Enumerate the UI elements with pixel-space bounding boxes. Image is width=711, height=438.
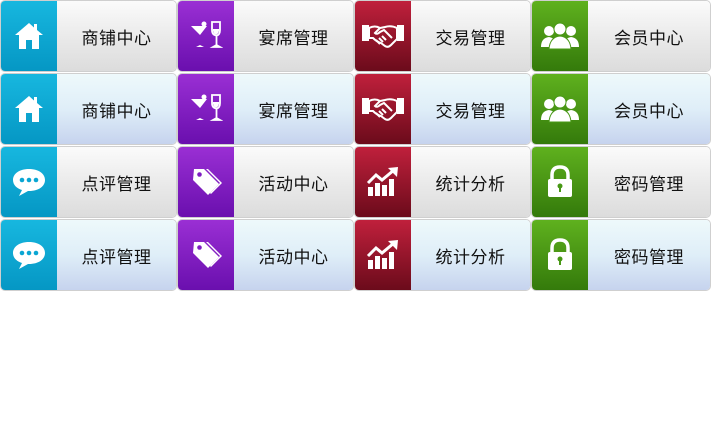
menu-tile-grid: 商铺中心 宴席管理 交易管理 会员中心 商铺中心 宴席管理 交易管理 会员中心 … bbox=[0, 0, 711, 293]
tile-banquet-management[interactable]: 宴席管理 bbox=[177, 73, 354, 145]
tile-label: 商铺中心 bbox=[57, 74, 176, 144]
bar-chart-trend-icon bbox=[355, 220, 411, 290]
speech-bubble-icon bbox=[1, 147, 57, 217]
tile-banquet-management[interactable]: 宴席管理 bbox=[177, 0, 354, 72]
tile-trade-management[interactable]: 交易管理 bbox=[354, 73, 531, 145]
users-group-icon bbox=[532, 1, 588, 71]
tile-activity-center[interactable]: 活动中心 bbox=[177, 146, 354, 218]
bar-chart-trend-icon bbox=[355, 147, 411, 217]
price-tags-icon bbox=[178, 147, 234, 217]
tile-label: 商铺中心 bbox=[57, 1, 176, 71]
handshake-icon bbox=[355, 1, 411, 71]
padlock-icon bbox=[532, 147, 588, 217]
handshake-icon bbox=[355, 74, 411, 144]
tile-password-management[interactable]: 密码管理 bbox=[531, 146, 711, 218]
tile-review-management[interactable]: 点评管理 bbox=[0, 219, 177, 291]
tile-review-management[interactable]: 点评管理 bbox=[0, 146, 177, 218]
tile-activity-center[interactable]: 活动中心 bbox=[177, 219, 354, 291]
tile-label: 密码管理 bbox=[588, 220, 710, 290]
tile-label: 交易管理 bbox=[411, 74, 530, 144]
tile-label: 宴席管理 bbox=[234, 74, 353, 144]
speech-bubble-icon bbox=[1, 220, 57, 290]
tile-shop-center[interactable]: 商铺中心 bbox=[0, 0, 177, 72]
tile-label: 交易管理 bbox=[411, 1, 530, 71]
tile-label: 会员中心 bbox=[588, 74, 710, 144]
users-group-icon bbox=[532, 74, 588, 144]
tile-label: 点评管理 bbox=[57, 147, 176, 217]
tile-member-center[interactable]: 会员中心 bbox=[531, 73, 711, 145]
tile-label: 会员中心 bbox=[588, 1, 710, 71]
cocktail-wine-glasses-icon bbox=[178, 1, 234, 71]
tile-member-center[interactable]: 会员中心 bbox=[531, 0, 711, 72]
tile-label: 统计分析 bbox=[411, 147, 530, 217]
tile-password-management[interactable]: 密码管理 bbox=[531, 219, 711, 291]
home-icon bbox=[1, 74, 57, 144]
price-tags-icon bbox=[178, 220, 234, 290]
tile-shop-center[interactable]: 商铺中心 bbox=[0, 73, 177, 145]
tile-label: 统计分析 bbox=[411, 220, 530, 290]
cocktail-wine-glasses-icon bbox=[178, 74, 234, 144]
tile-label: 点评管理 bbox=[57, 220, 176, 290]
tile-statistics-analysis[interactable]: 统计分析 bbox=[354, 146, 531, 218]
tile-label: 宴席管理 bbox=[234, 1, 353, 71]
tile-label: 密码管理 bbox=[588, 147, 710, 217]
tile-label: 活动中心 bbox=[234, 147, 353, 217]
home-icon bbox=[1, 1, 57, 71]
tile-statistics-analysis[interactable]: 统计分析 bbox=[354, 219, 531, 291]
tile-trade-management[interactable]: 交易管理 bbox=[354, 0, 531, 72]
padlock-icon bbox=[532, 220, 588, 290]
tile-label: 活动中心 bbox=[234, 220, 353, 290]
